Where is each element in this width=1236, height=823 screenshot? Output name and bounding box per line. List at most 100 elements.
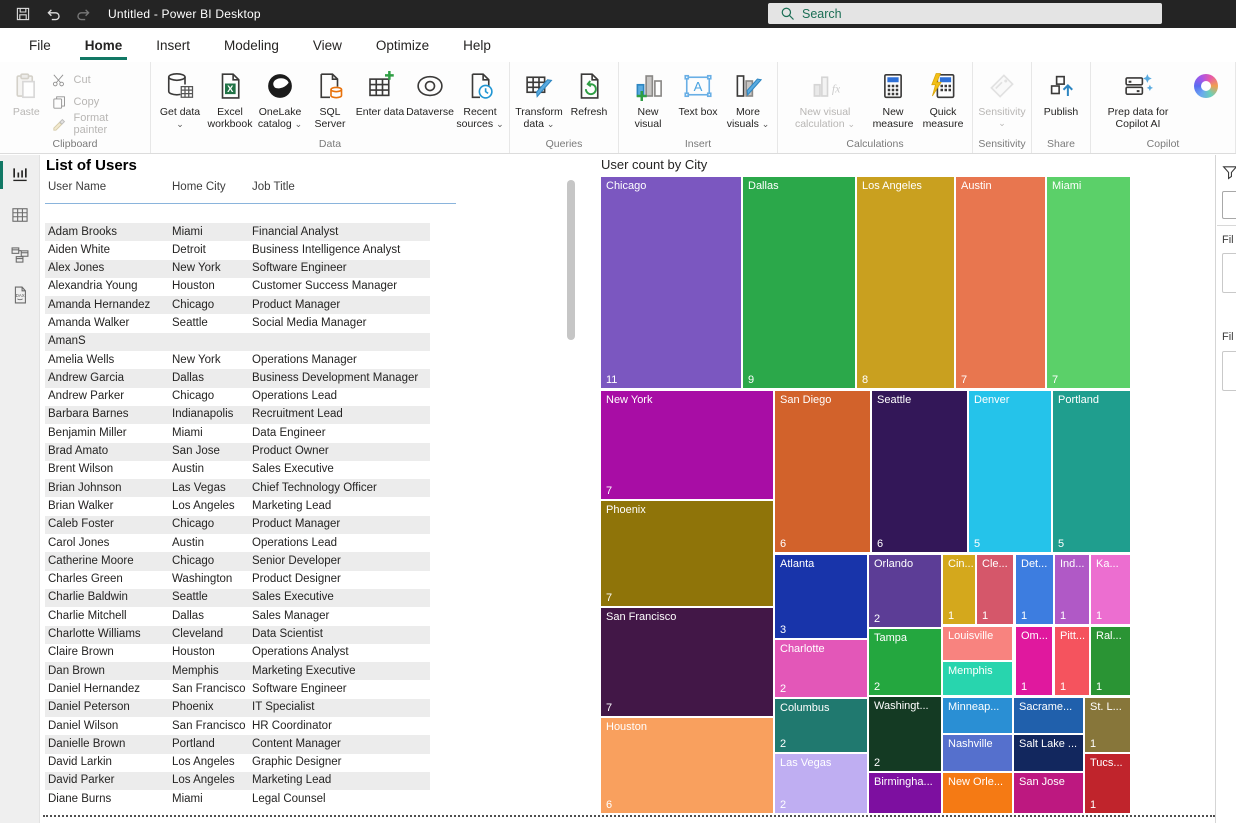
treemap-cell-cin[interactable]: Cin...1 bbox=[943, 555, 975, 624]
treemap-cell-washingt[interactable]: Washingt...2 bbox=[869, 697, 941, 771]
treemap-cell-minneap[interactable]: Minneap... bbox=[943, 698, 1012, 733]
new-visual-calculation-button[interactable]: fxNew visual calculation ⌄ bbox=[782, 62, 868, 131]
table-row[interactable]: Aiden WhiteDetroitBusiness Intelligence … bbox=[45, 241, 430, 259]
column-header-user-name[interactable]: User Name bbox=[48, 181, 106, 193]
treemap-cell-austin[interactable]: Austin7 bbox=[956, 177, 1045, 388]
filters-search-input[interactable] bbox=[1222, 191, 1236, 219]
treemap-cell-san-diego[interactable]: San Diego6 bbox=[775, 391, 870, 552]
table-row[interactable]: Charlie BaldwinSeattleSales Executive bbox=[45, 589, 430, 607]
table-row[interactable]: Adam BrooksMiamiFinancial Analyst bbox=[45, 223, 430, 241]
cut-button[interactable]: Cut bbox=[51, 69, 142, 91]
treemap-cell-ral[interactable]: Ral...1 bbox=[1091, 627, 1130, 695]
treemap-cell-dallas[interactable]: Dallas9 bbox=[743, 177, 855, 388]
table-row[interactable]: Brian WalkerLos AngelesMarketing Lead bbox=[45, 497, 430, 515]
excel-workbook-button[interactable]: XExcel workbook bbox=[205, 62, 255, 131]
new-visual-button[interactable]: New visual bbox=[623, 62, 673, 131]
treemap-cell-orlando[interactable]: Orlando2 bbox=[869, 555, 941, 627]
menu-item-view[interactable]: View bbox=[296, 28, 359, 62]
menu-item-optimize[interactable]: Optimize bbox=[359, 28, 446, 62]
table-row[interactable]: AmanS bbox=[45, 333, 430, 351]
transform-data-button[interactable]: Transform data ⌄ bbox=[514, 62, 564, 131]
treemap-cell-louisville[interactable]: Louisville bbox=[943, 627, 1012, 660]
treemap-cell-memphis[interactable]: Memphis bbox=[943, 662, 1012, 695]
table-row[interactable]: Alex JonesNew YorkSoftware Engineer bbox=[45, 260, 430, 278]
sql-server-button[interactable]: SQL Server bbox=[305, 62, 355, 131]
publish-button[interactable]: Publish bbox=[1036, 62, 1086, 118]
treemap-cell-ka[interactable]: Ka...1 bbox=[1091, 555, 1130, 624]
table-row[interactable]: Danielle BrownPortlandContent Manager bbox=[45, 735, 430, 753]
treemap-cell-houston[interactable]: Houston6 bbox=[601, 718, 773, 813]
treemap-cell-pitt[interactable]: Pitt...1 bbox=[1055, 627, 1089, 695]
treemap-cell-tucs[interactable]: Tucs...1 bbox=[1085, 754, 1130, 813]
treemap-cell-nashville[interactable]: Nashville bbox=[943, 735, 1012, 771]
treemap-cell-chicago[interactable]: Chicago11 bbox=[601, 177, 741, 388]
table-row[interactable]: Daniel WilsonSan FranciscoHR Coordinator bbox=[45, 717, 430, 735]
table-row[interactable]: David LarkinLos AngelesGraphic Designer bbox=[45, 754, 430, 772]
sidebar-item-report-view[interactable] bbox=[0, 155, 40, 195]
table-row[interactable]: Alexandria YoungHoustonCustomer Success … bbox=[45, 278, 430, 296]
treemap-cell-atlanta[interactable]: Atlanta3 bbox=[775, 555, 867, 638]
table-row[interactable]: Dan BrownMemphisMarketing Executive bbox=[45, 662, 430, 680]
table-row[interactable]: Daniel PetersonPhoenixIT Specialist bbox=[45, 699, 430, 717]
table-row[interactable]: Carol JonesAustinOperations Lead bbox=[45, 534, 430, 552]
prep-data-for-copilot-ai-button[interactable]: Prep data for Copilot AI bbox=[1095, 62, 1181, 131]
recent-sources-button[interactable]: Recent sources ⌄ bbox=[455, 62, 505, 131]
treemap-cell-phoenix[interactable]: Phoenix7 bbox=[601, 501, 773, 606]
treemap-cell-miami[interactable]: Miami7 bbox=[1047, 177, 1130, 388]
treemap-cell-portland[interactable]: Portland5 bbox=[1053, 391, 1130, 552]
column-header-home-city[interactable]: Home City bbox=[172, 181, 226, 193]
filter-card[interactable] bbox=[1222, 253, 1236, 293]
menu-item-insert[interactable]: Insert bbox=[139, 28, 207, 62]
treemap-cell-new-orle[interactable]: New Orle... bbox=[943, 773, 1012, 813]
table-scrollbar[interactable] bbox=[567, 180, 575, 340]
treemap-cell-charlotte[interactable]: Charlotte2 bbox=[775, 640, 867, 697]
table-row[interactable]: Andrew ParkerChicagoOperations Lead bbox=[45, 388, 430, 406]
onelake-catalog-button[interactable]: OneLake catalog ⌄ bbox=[255, 62, 305, 131]
treemap-cell-det[interactable]: Det...1 bbox=[1016, 555, 1053, 624]
menu-item-modeling[interactable]: Modeling bbox=[207, 28, 296, 62]
sidebar-item-model-view[interactable] bbox=[0, 235, 40, 275]
menu-item-file[interactable]: File bbox=[12, 28, 68, 62]
redo-button[interactable] bbox=[68, 0, 98, 28]
table-row[interactable]: Charlotte WilliamsClevelandData Scientis… bbox=[45, 626, 430, 644]
menu-item-help[interactable]: Help bbox=[446, 28, 508, 62]
table-row[interactable]: Amelia WellsNew YorkOperations Manager bbox=[45, 351, 430, 369]
treemap-cell-cle[interactable]: Cle...1 bbox=[977, 555, 1013, 624]
text-box-button[interactable]: AText box bbox=[673, 62, 723, 118]
more-visuals-button[interactable]: More visuals ⌄ bbox=[723, 62, 773, 131]
treemap-cell-birmingha[interactable]: Birmingha... bbox=[869, 773, 941, 813]
copy-button[interactable]: Copy bbox=[51, 91, 142, 113]
table-row[interactable]: Daniel HernandezSan FranciscoSoftware En… bbox=[45, 680, 430, 698]
table-row[interactable]: Benjamin MillerMiamiData Engineer bbox=[45, 424, 430, 442]
table-row[interactable]: Diane BurnsMiamiLegal Counsel bbox=[45, 790, 430, 808]
refresh-button[interactable]: Refresh bbox=[564, 62, 614, 118]
enter-data-button[interactable]: Enter data bbox=[355, 62, 405, 118]
table-row[interactable]: Brian JohnsonLas VegasChief Technology O… bbox=[45, 479, 430, 497]
table-row[interactable]: Charles GreenWashingtonProduct Designer bbox=[45, 571, 430, 589]
format-painter-button[interactable]: Format painter bbox=[51, 113, 142, 135]
new-measure-button[interactable]: New measure bbox=[868, 62, 918, 131]
treemap-cell-salt-lake[interactable]: Salt Lake ... bbox=[1014, 735, 1083, 771]
treemap-cell-new-york[interactable]: New York7 bbox=[601, 391, 773, 499]
get-data-button[interactable]: Get data ⌄ bbox=[155, 62, 205, 131]
table-row[interactable]: Caleb FosterChicagoProduct Manager bbox=[45, 516, 430, 534]
treemap-cell-columbus[interactable]: Columbus2 bbox=[775, 699, 867, 752]
save-button[interactable] bbox=[8, 0, 38, 28]
table-row[interactable]: David ParkerLos AngelesMarketing Lead bbox=[45, 772, 430, 790]
treemap-cell-st-l[interactable]: St. L...1 bbox=[1085, 698, 1130, 752]
table-row[interactable]: Amanda HernandezChicagoProduct Manager bbox=[45, 296, 430, 314]
menu-item-home[interactable]: Home bbox=[68, 28, 140, 62]
table-row[interactable]: Brad AmatoSan JoseProduct Owner bbox=[45, 443, 430, 461]
treemap-cell-tampa[interactable]: Tampa2 bbox=[869, 629, 941, 695]
dataverse-button[interactable]: Dataverse bbox=[405, 62, 455, 118]
sidebar-item-dax-query-view[interactable]: DAX bbox=[0, 275, 40, 315]
table-row[interactable]: Brent WilsonAustinSales Executive bbox=[45, 461, 430, 479]
table-row[interactable]: Claire BrownHoustonOperations Analyst bbox=[45, 644, 430, 662]
sensitivity-button[interactable]: Sensitivity⌄ bbox=[977, 62, 1027, 129]
table-row[interactable]: Andrew GarciaDallasBusiness Development … bbox=[45, 369, 430, 387]
column-header-job-title[interactable]: Job Title bbox=[252, 181, 295, 193]
report-canvas[interactable]: List of Users User Name Home City Job Ti… bbox=[40, 155, 1216, 823]
sidebar-item-table-view[interactable] bbox=[0, 195, 40, 235]
treemap-cell-om[interactable]: Om...1 bbox=[1016, 627, 1052, 695]
quick-measure-button[interactable]: Quick measure bbox=[918, 62, 968, 131]
